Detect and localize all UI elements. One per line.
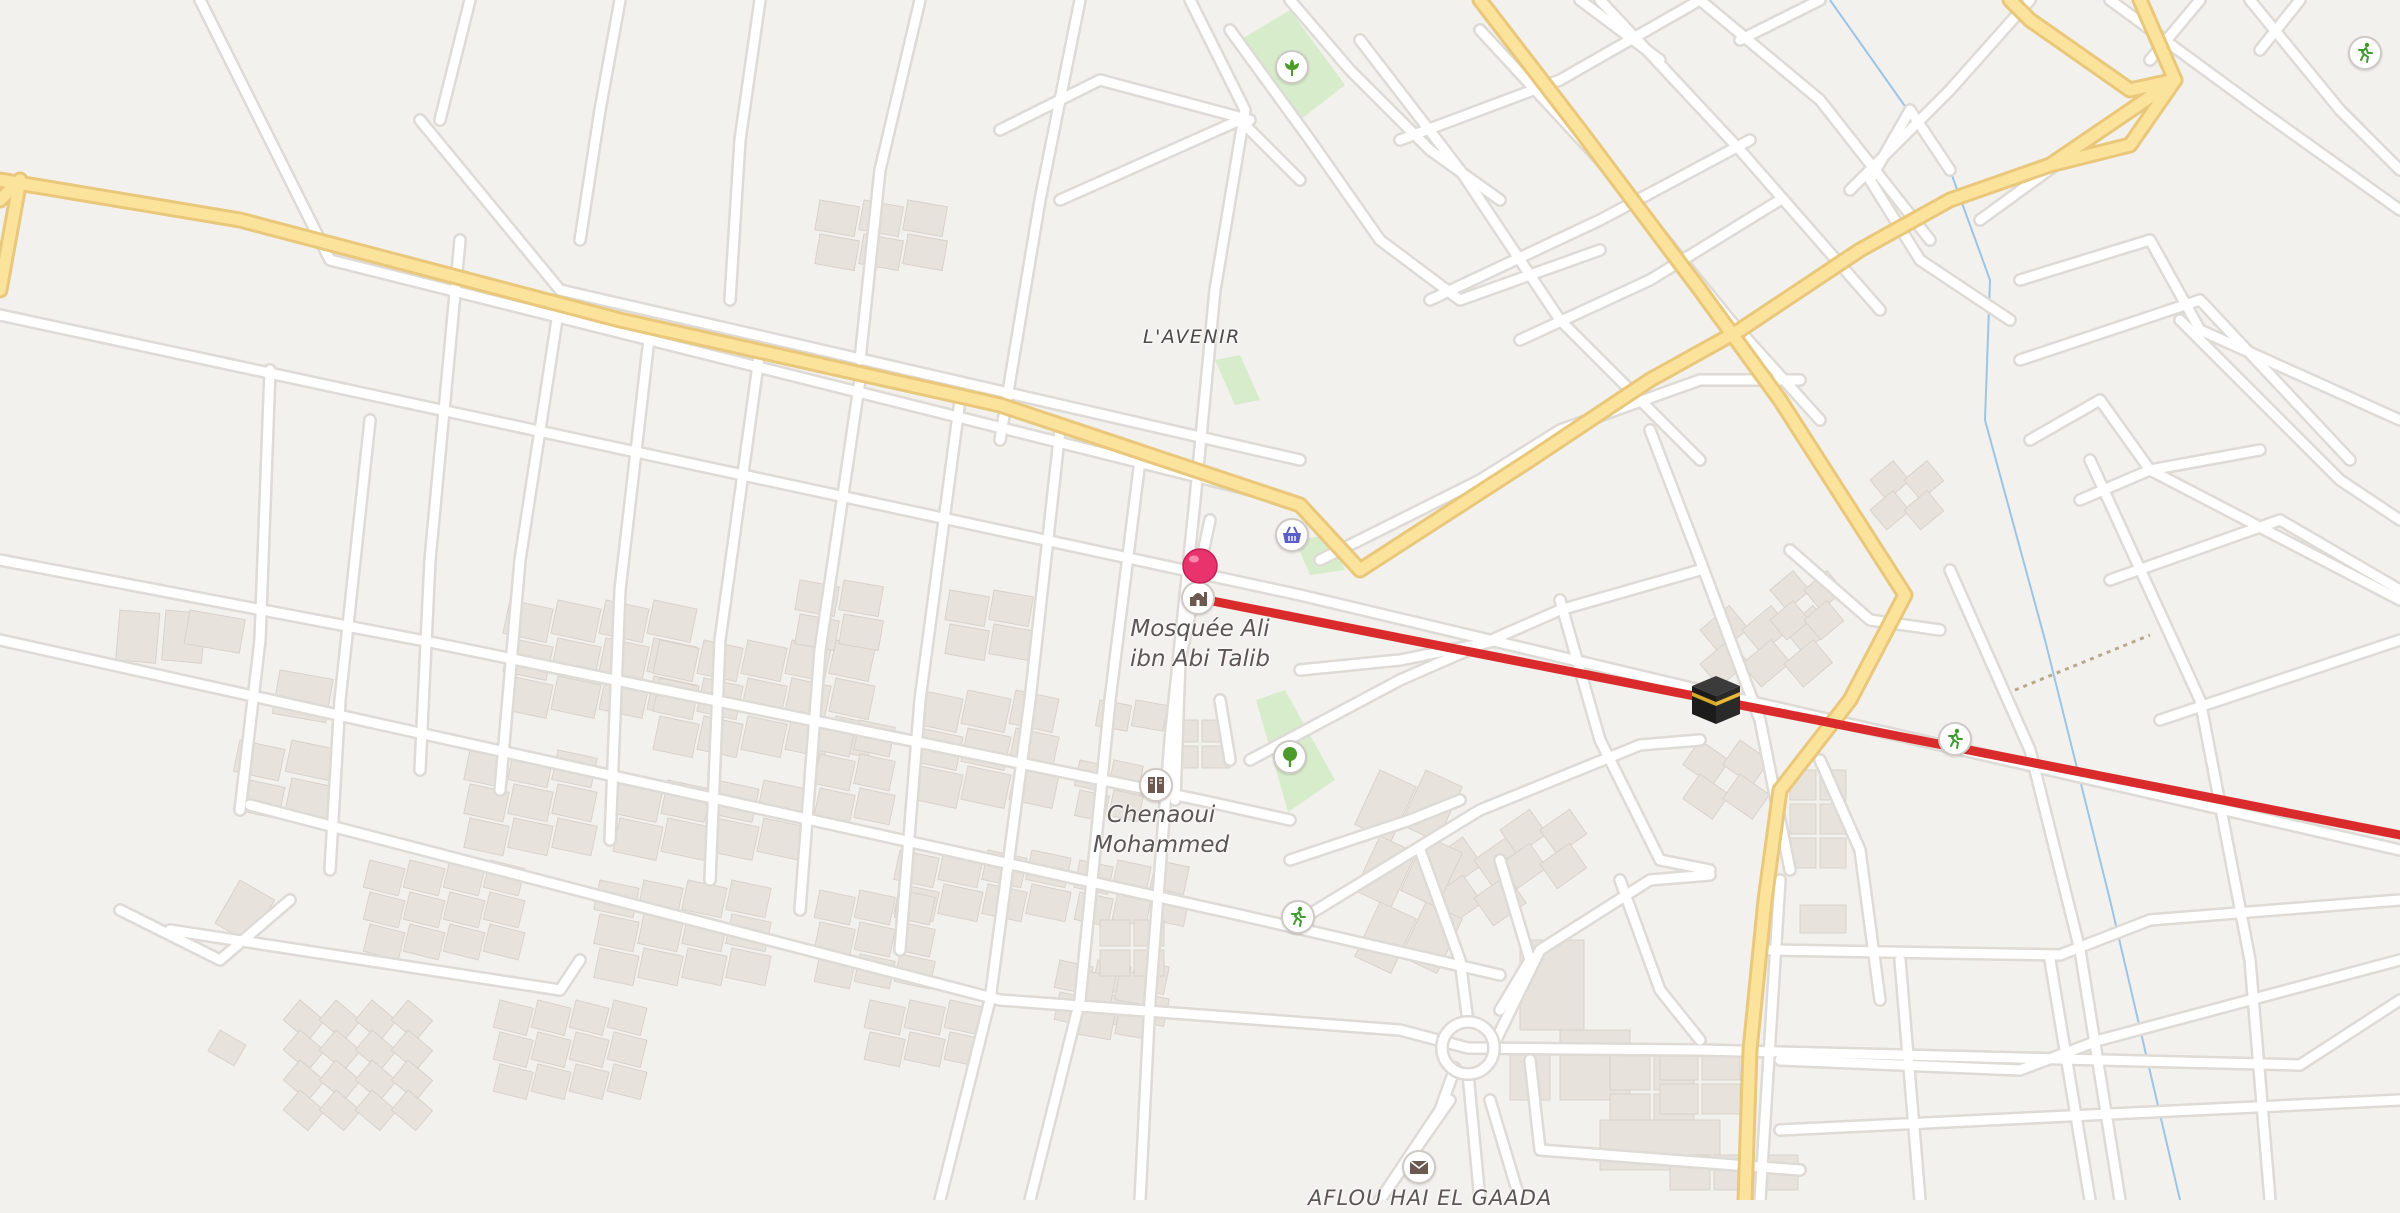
shop-marker[interactable] (1275, 518, 1309, 552)
school-marker[interactable] (1139, 768, 1173, 802)
building (838, 613, 884, 652)
sport-marker[interactable] (2348, 36, 2382, 70)
building (988, 589, 1034, 628)
sport-marker[interactable] (1281, 900, 1315, 934)
building (902, 199, 948, 238)
running-person-icon (1948, 728, 1963, 749)
mosque-label[interactable]: Mosquée Ali ibn Abi Talib (1130, 614, 1270, 674)
building (1130, 699, 1169, 732)
map-view[interactable]: L'AVENIR Mosquée Ali ibn Abi Talib Chena… (0, 0, 2400, 1210)
tree-icon (1283, 747, 1297, 767)
building (902, 233, 948, 272)
post-office-marker[interactable] (1402, 1150, 1436, 1184)
building (814, 199, 860, 238)
mosque-label-line2: ibn Abi Talib (1130, 646, 1271, 672)
garden-marker[interactable] (1275, 50, 1309, 84)
flower-icon (1285, 59, 1299, 76)
mosque-label-line1: Mosquée Ali (1130, 616, 1270, 642)
building (115, 609, 161, 664)
building (1701, 1083, 1741, 1115)
building (944, 589, 990, 628)
building (988, 623, 1034, 662)
building (1819, 837, 1847, 869)
district-label: L'AVENIR (1143, 326, 1241, 348)
building (1789, 803, 1817, 835)
building (1659, 1083, 1699, 1115)
running-person-icon (2358, 42, 2373, 63)
building (838, 579, 884, 618)
kaaba-icon (1692, 676, 1740, 724)
school-label[interactable]: Chenaoui Mohammed (1093, 800, 1229, 860)
mosque-marker[interactable] (1181, 581, 1215, 615)
location-pin[interactable] (1180, 546, 1220, 586)
location-pin-icon (1182, 548, 1218, 584)
building (814, 233, 860, 272)
envelope-icon (1409, 1160, 1429, 1174)
building (1799, 904, 1847, 934)
locality-label: AFLOU HAI EL GAADA (1308, 1186, 1553, 1210)
school-icon (1148, 777, 1164, 793)
building (944, 623, 990, 662)
mosque-icon (1190, 592, 1207, 606)
sport-marker[interactable] (1938, 722, 1972, 756)
running-person-icon (1291, 906, 1306, 927)
school-label-line1: Chenaoui (1106, 802, 1216, 828)
park-marker[interactable] (1273, 740, 1307, 774)
shopping-basket-icon (1283, 526, 1301, 543)
building (1099, 949, 1131, 977)
qibla-marker[interactable] (1688, 672, 1744, 728)
school-label-line2: Mohammed (1093, 832, 1230, 858)
building (1099, 919, 1131, 947)
